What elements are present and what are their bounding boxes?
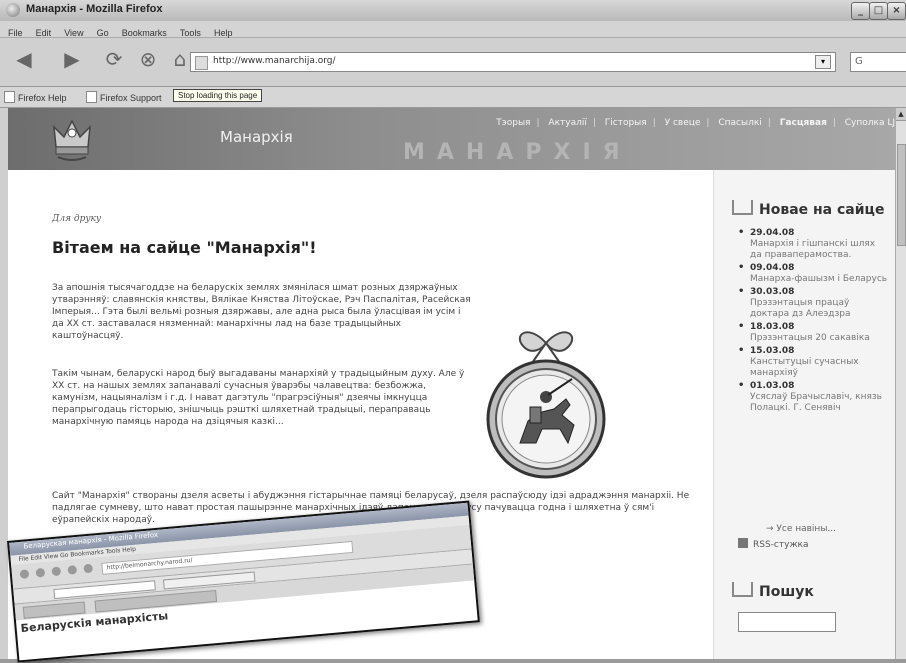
news-item[interactable]: 01.03.08Усяслаў Брачыславіч, князь Полац… bbox=[738, 380, 888, 414]
bookmark-icon bbox=[86, 91, 97, 103]
inset-back-icon bbox=[19, 569, 30, 579]
news-item[interactable]: 18.03.08Прэзэнтацыя 20 сакавіка bbox=[738, 321, 888, 344]
inset-home-icon bbox=[83, 563, 94, 574]
rss-link[interactable]: RSS-стужка bbox=[738, 538, 809, 550]
nav-actual[interactable]: Актуалії bbox=[548, 118, 586, 128]
sidebar: Новае на сайце 29.04.08Манархія і гішпан… bbox=[713, 170, 902, 659]
bookmarks-toolbar: Firefox Help Firefox Support bbox=[0, 87, 906, 108]
news-date: 29.04.08 bbox=[750, 228, 795, 238]
scroll-up-icon[interactable]: ▲ bbox=[896, 108, 906, 121]
stop-tooltip: Stop loading this page bbox=[173, 89, 263, 102]
minimize-button[interactable]: _ bbox=[851, 2, 870, 20]
site-search-input[interactable] bbox=[738, 612, 836, 632]
news-date: 01.03.08 bbox=[750, 381, 795, 391]
back-arrow-icon[interactable]: ◀ bbox=[10, 46, 38, 72]
news-heading: Новае на сайце bbox=[732, 200, 884, 218]
all-news-link[interactable]: → Усе навіны... bbox=[766, 524, 836, 534]
news-title[interactable]: Канстытуцыі сучасных манархіяў bbox=[750, 357, 888, 379]
site-navigation: Тэорыя | Актуалії | Гісторыя | У свеце | Спа… bbox=[496, 118, 895, 128]
bookmark-label: Firefox Support bbox=[100, 93, 162, 103]
forward-arrow-icon[interactable]: ▶ bbox=[58, 46, 86, 72]
nav-guestbook[interactable]: Гасцявая bbox=[780, 118, 827, 128]
bookmark-icon bbox=[4, 91, 15, 103]
nav-lj-community[interactable]: Суполка LJ bbox=[845, 118, 895, 128]
article-title: Вітаем на сайце "Манархія"! bbox=[52, 238, 317, 257]
vertical-scrollbar[interactable]: ▲ bbox=[895, 108, 906, 659]
news-date: 15.03.08 bbox=[750, 346, 795, 356]
menu-bar: File Edit View Go Bookmarks Tools Help bbox=[0, 21, 906, 38]
news-title[interactable]: Манарха-фашызм і Беларусь bbox=[750, 274, 888, 285]
news-item[interactable]: 09.04.08Манарха-фашызм і Беларусь bbox=[738, 262, 888, 285]
url-dropdown-icon[interactable]: ▾ bbox=[815, 55, 831, 69]
nav-history[interactable]: Гісторыя bbox=[605, 118, 647, 128]
firefox-icon bbox=[6, 3, 20, 17]
news-heading-text: Новае на сайце bbox=[759, 202, 885, 218]
pahonia-seal-image bbox=[486, 331, 606, 479]
title-bar: Манархія - Mozilla Firefox _ □ × bbox=[0, 0, 906, 22]
news-list: 29.04.08Манархія і гішпанскі шлях да пра… bbox=[738, 227, 888, 416]
url-bar[interactable]: http://www.manarchija.org/ ▾ bbox=[190, 52, 836, 72]
news-item[interactable]: 30.03.08Прэзэнтацыя працаў доктара дз Ал… bbox=[738, 286, 888, 320]
news-title[interactable]: Прэзэнтацыя працаў доктара дз Алеэдзра bbox=[750, 298, 888, 320]
print-link[interactable]: Для друку bbox=[52, 214, 101, 224]
rss-icon bbox=[738, 538, 748, 548]
page-icon bbox=[195, 56, 208, 70]
url-text: http://www.manarchija.org/ bbox=[213, 56, 336, 66]
stop-icon[interactable]: ⊗ bbox=[134, 46, 162, 72]
bookmark-label: Firefox Help bbox=[18, 93, 67, 103]
bookmark-firefox-support[interactable]: Firefox Support bbox=[86, 91, 162, 103]
news-date: 30.03.08 bbox=[750, 287, 795, 297]
news-title[interactable]: Прэзэнтацыя 20 сакавіка bbox=[750, 333, 888, 344]
news-date: 18.03.08 bbox=[750, 322, 795, 332]
news-item[interactable]: 29.04.08Манархія і гішпанскі шлях да пра… bbox=[738, 227, 888, 261]
window-title: Манархія - Mozilla Firefox bbox=[26, 3, 163, 15]
news-item[interactable]: 15.03.08Канстытуцыі сучасных манархіяў bbox=[738, 345, 888, 379]
article-paragraph: Такім чынам, беларускі народ быў выгадав… bbox=[52, 369, 465, 427]
site-banner: Манархія МАНАРХІЯ Тэорыя | Актуалії | Гіст… bbox=[8, 108, 902, 170]
search-heading: Пошук bbox=[732, 582, 814, 600]
crown-icon bbox=[732, 200, 753, 215]
crown-logo-icon[interactable] bbox=[46, 113, 98, 165]
crown-icon bbox=[732, 582, 753, 597]
search-box[interactable]: G bbox=[850, 52, 906, 72]
bookmark-firefox-help[interactable]: Firefox Help bbox=[4, 91, 67, 103]
nav-theory[interactable]: Тэорыя bbox=[496, 118, 530, 128]
reload-icon[interactable]: ⟳ bbox=[100, 46, 128, 72]
news-title[interactable]: Манархія і гішпанскі шлях да праваперамо… bbox=[750, 239, 888, 261]
search-heading-text: Пошук bbox=[759, 584, 814, 600]
news-title[interactable]: Усяслаў Брачыславіч, князь Полацкі. Г. С… bbox=[750, 392, 888, 414]
close-button[interactable]: × bbox=[887, 2, 906, 20]
navigation-toolbar: ◀ ▶ ⟳ ⊗ ⌂ http://www.manarchija.org/ ▾ G bbox=[0, 38, 906, 87]
inset-stop-icon bbox=[67, 565, 78, 575]
site-name[interactable]: Манархія bbox=[220, 128, 293, 146]
rss-label: RSS-стужка bbox=[753, 540, 809, 550]
maximize-button[interactable]: □ bbox=[869, 2, 888, 20]
inset-forward-icon bbox=[35, 567, 46, 578]
news-date: 09.04.08 bbox=[750, 263, 795, 273]
article-paragraph: За апошнія тысячагоддзе на беларускіх зе… bbox=[52, 283, 471, 341]
nav-world[interactable]: У свеце bbox=[665, 118, 701, 128]
scrollbar-thumb[interactable] bbox=[897, 144, 906, 246]
banner-watermark: МАНАРХІЯ bbox=[403, 140, 632, 165]
inset-reload-icon bbox=[51, 566, 62, 577]
nav-links[interactable]: Спасылкі bbox=[718, 118, 761, 128]
